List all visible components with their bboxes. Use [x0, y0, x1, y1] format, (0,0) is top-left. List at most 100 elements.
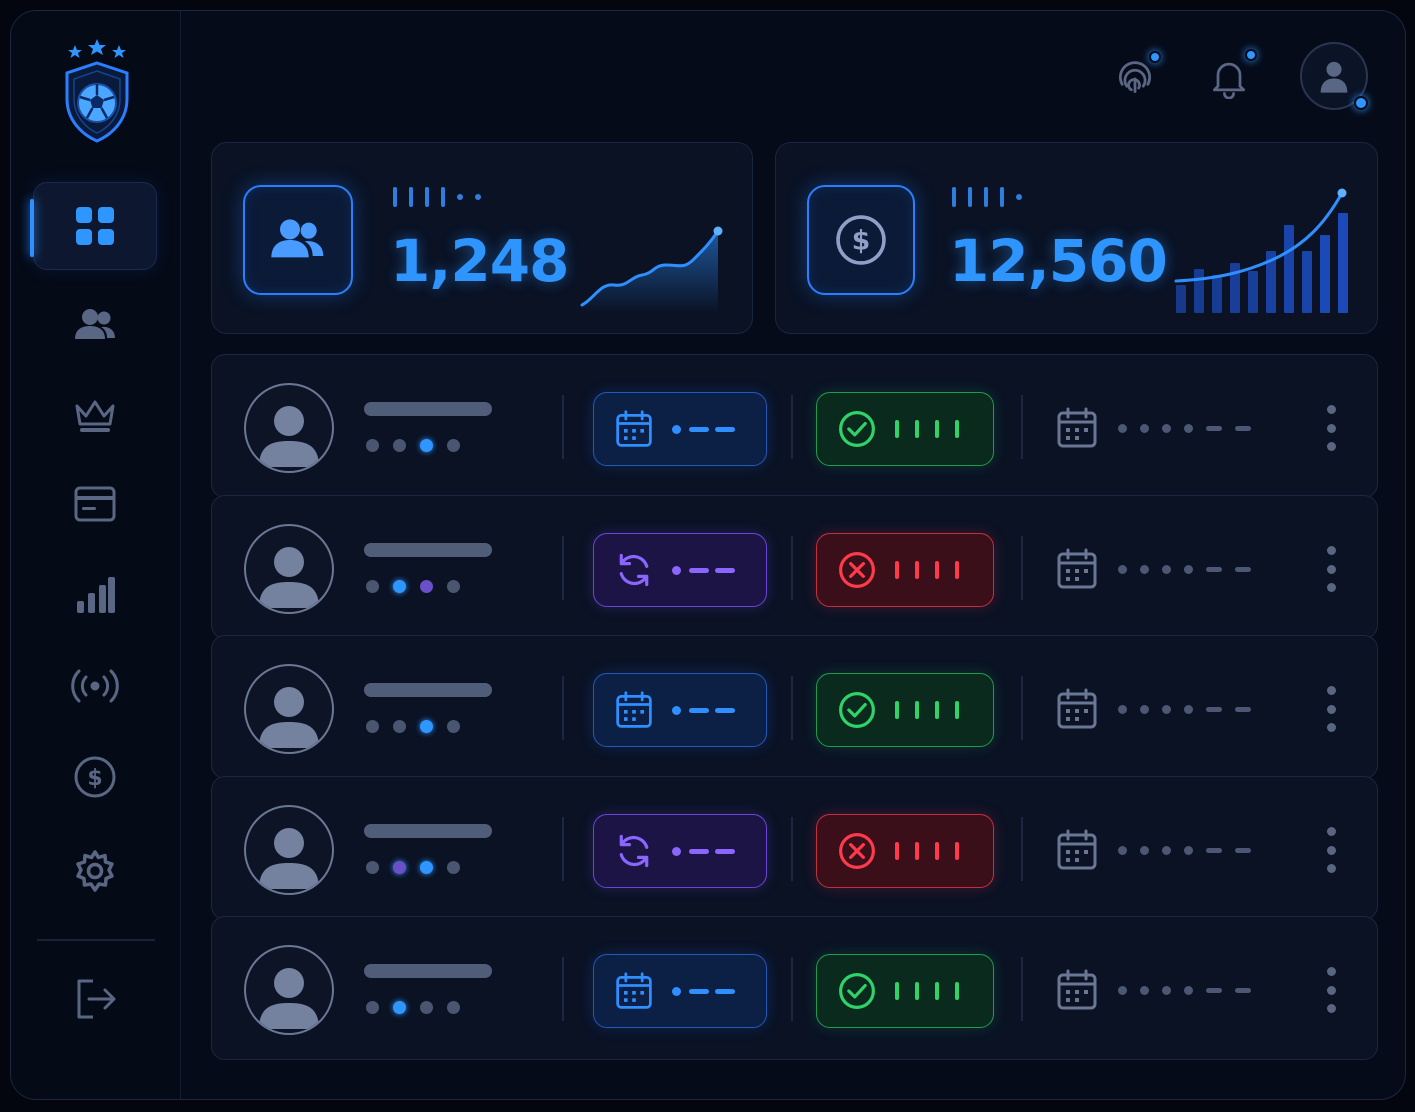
renew-icon [619, 834, 649, 868]
avatar-placeholder-icon [259, 406, 319, 467]
row-more-menu-icon[interactable] [1324, 686, 1338, 732]
member-meta-dots [366, 1001, 460, 1014]
row-more-menu-icon[interactable] [1324, 405, 1338, 451]
settings-icon [76, 850, 114, 892]
nav-analytics[interactable] [33, 551, 157, 639]
svg-text:$: $ [852, 226, 871, 257]
profile-avatar-button[interactable] [1300, 42, 1368, 110]
row-divider [562, 395, 564, 459]
x-circle-icon [839, 833, 875, 869]
calendar-icon [1057, 407, 1097, 448]
nav-settings[interactable] [33, 827, 157, 915]
member-name-placeholder [364, 683, 492, 697]
member-avatar[interactable] [244, 805, 334, 895]
app-frame: $ 1,248 $ 12,560 [10, 10, 1406, 1100]
member-avatar[interactable] [244, 383, 334, 473]
nav-dashboard[interactable] [30, 182, 157, 270]
member-name-placeholder [364, 402, 492, 416]
calendar-icon [1057, 688, 1097, 729]
logout-icon [77, 979, 116, 1019]
check-circle-icon [839, 973, 875, 1009]
status-failed-pill[interactable] [816, 533, 994, 607]
avatar-placeholder-icon [259, 968, 319, 1029]
avatar-placeholder-icon [259, 547, 319, 608]
members-trend-chart [580, 226, 723, 313]
notifications-badge [1245, 49, 1257, 61]
member-name-placeholder [364, 964, 492, 978]
renewal-type-pill[interactable] [593, 533, 767, 607]
dollar-icon: $ [74, 756, 116, 798]
row-divider [562, 676, 564, 740]
row-divider [1021, 676, 1023, 740]
row-divider [791, 536, 793, 600]
calendar-icon [616, 691, 652, 728]
row-divider [562, 536, 564, 600]
fingerprint-button[interactable] [1111, 51, 1161, 101]
crown-icon [75, 400, 115, 432]
nav-payments[interactable]: $ [33, 733, 157, 821]
nav-memberships[interactable] [33, 460, 157, 548]
row-divider [791, 957, 793, 1021]
status-active-pill[interactable] [816, 392, 994, 466]
stat-card-revenue[interactable]: $ 12,560 [775, 142, 1378, 334]
row-more-menu-icon[interactable] [1324, 546, 1338, 592]
avatar-placeholder-icon [259, 828, 319, 889]
row-divider [562, 957, 564, 1021]
row-divider [1021, 817, 1023, 881]
status-active-pill[interactable] [816, 673, 994, 747]
member-name-placeholder [364, 543, 492, 557]
dashboard-grid-icon [76, 207, 114, 245]
row-divider [562, 817, 564, 881]
member-name-placeholder [364, 824, 492, 838]
stat-card-members[interactable]: 1,248 [211, 142, 753, 334]
schedule-type-pill[interactable] [593, 392, 767, 466]
x-circle-icon [839, 552, 875, 588]
row-more-menu-icon[interactable] [1324, 827, 1338, 873]
renewal-type-pill[interactable] [593, 814, 767, 888]
row-divider [791, 395, 793, 459]
nav-premium[interactable] [33, 370, 157, 458]
football-shield-logo[interactable] [55, 39, 139, 147]
users-icon [75, 309, 115, 339]
renew-icon [619, 553, 649, 587]
subscription-row-3[interactable] [211, 635, 1378, 779]
calendar-icon [1057, 829, 1097, 870]
revenue-mini-indicator [952, 187, 1022, 207]
schedule-type-pill[interactable] [593, 673, 767, 747]
date-placeholder [1118, 986, 1251, 995]
bar-chart-icon [77, 577, 115, 613]
broadcast-icon [71, 669, 119, 703]
online-status-badge [1354, 96, 1368, 110]
calendar-icon [616, 972, 652, 1009]
nav-logout[interactable] [33, 955, 157, 1043]
row-divider [791, 676, 793, 740]
profile-avatar-icon [1320, 61, 1348, 93]
sidebar-divider [37, 939, 155, 941]
member-meta-dots [366, 580, 460, 593]
schedule-type-pill[interactable] [593, 954, 767, 1028]
nav-live[interactable] [33, 642, 157, 730]
subscription-row-5[interactable] [211, 916, 1378, 1060]
subscription-row-1[interactable] [211, 354, 1378, 498]
bell-icon [1212, 62, 1246, 99]
member-avatar[interactable] [244, 664, 334, 754]
row-divider [791, 817, 793, 881]
status-failed-pill[interactable] [816, 814, 994, 888]
check-circle-icon [839, 692, 875, 728]
row-more-menu-icon[interactable] [1324, 967, 1338, 1013]
revenue-amount: 12,560 [949, 227, 1168, 295]
calendar-icon [1057, 548, 1097, 589]
sidebar: $ [11, 11, 181, 1099]
row-divider [1021, 957, 1023, 1021]
dollar-icon: $ [836, 215, 886, 265]
member-avatar[interactable] [244, 945, 334, 1035]
calendar-icon [1057, 969, 1097, 1010]
subscription-row-2[interactable] [211, 495, 1378, 639]
subscription-row-4[interactable] [211, 776, 1378, 920]
nav-users[interactable] [33, 281, 157, 369]
date-placeholder [1118, 846, 1251, 855]
status-active-pill[interactable] [816, 954, 994, 1028]
date-placeholder [1118, 705, 1251, 714]
notifications-button[interactable] [1205, 49, 1257, 101]
member-avatar[interactable] [244, 524, 334, 614]
